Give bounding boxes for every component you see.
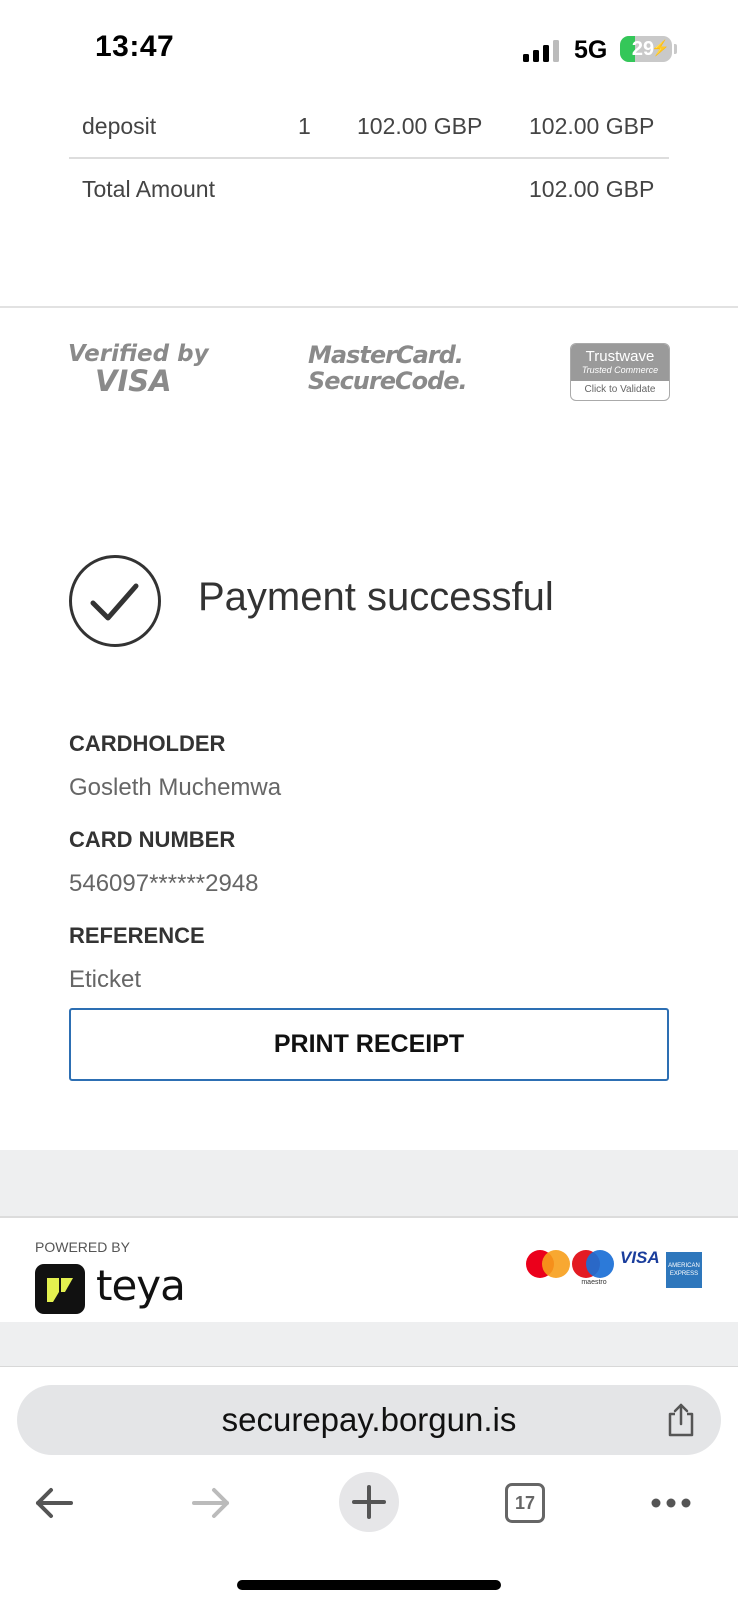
back-arrow-icon[interactable] — [33, 1485, 75, 1521]
order-item-unit-price: 102.00 GBP — [357, 113, 483, 139]
visa-logo-line1: Verified by — [68, 341, 209, 367]
table-divider — [69, 157, 669, 159]
visa-logo-line2: VISA — [95, 364, 172, 398]
battery-cap — [674, 44, 677, 54]
verified-by-visa-logo[interactable]: Verified by VISA — [68, 342, 209, 396]
mc-logo-line2: SecureCode. — [308, 367, 468, 395]
success-check-icon — [69, 555, 161, 647]
payment-status-message: Payment successful — [198, 575, 554, 619]
trustwave-title: Trustwave — [585, 348, 655, 365]
url-text[interactable]: securepay.borgun.is — [17, 1385, 721, 1455]
status-time: 13:47 — [95, 30, 175, 63]
visa-card-icon: VISA — [620, 1248, 660, 1267]
tabs-icon[interactable]: 17 — [505, 1483, 545, 1523]
maestro-icon: maestro — [572, 1250, 620, 1290]
reference-label: REFERENCE — [69, 923, 205, 948]
total-amount-value: 102.00 GBP — [529, 176, 655, 202]
teya-logo-icon — [35, 1264, 85, 1314]
card-number-value: 546097******2948 — [69, 870, 259, 897]
mastercard-securecode-logo[interactable]: MasterCard. SecureCode. — [308, 341, 468, 395]
signal-icon — [523, 40, 563, 62]
card-number-label: CARD NUMBER — [69, 827, 236, 852]
gray-band-bottom — [0, 1322, 738, 1366]
order-item-total: 102.00 GBP — [529, 113, 655, 139]
total-amount-label: Total Amount — [82, 176, 215, 202]
trustwave-subtitle: Trusted Commerce — [581, 365, 659, 375]
section-divider — [0, 306, 738, 308]
new-tab-plus-icon[interactable] — [339, 1472, 399, 1532]
home-indicator[interactable] — [237, 1580, 501, 1590]
more-icon[interactable] — [649, 1496, 693, 1510]
teya-brand: teya — [96, 1261, 186, 1310]
cardholder-label: CARDHOLDER — [69, 731, 226, 756]
trustwave-validate: Click to Validate — [584, 384, 656, 395]
maestro-label: maestro — [581, 1279, 607, 1286]
network-type: 5G — [574, 36, 608, 64]
order-item-qty: 1 — [298, 113, 311, 139]
print-receipt-button[interactable]: PRINT RECEIPT — [69, 1008, 669, 1081]
battery-icon: 29 ⚡ — [620, 36, 672, 62]
trustwave-seal[interactable]: Trustwave Trusted Commerce Click to Vali… — [570, 343, 670, 401]
cardholder-value: Gosleth Muchemwa — [69, 774, 282, 801]
reference-value: Eticket — [69, 966, 142, 993]
gray-band-top — [0, 1150, 738, 1218]
forward-arrow-icon[interactable] — [190, 1485, 232, 1521]
share-icon[interactable] — [664, 1402, 698, 1438]
powered-by-label: POWERED BY — [35, 1239, 130, 1255]
mc-logo-line1: MasterCard. — [308, 341, 464, 369]
order-item-name: deposit — [82, 113, 157, 139]
amex-icon: AMERICAN EXPRESS — [666, 1252, 702, 1288]
